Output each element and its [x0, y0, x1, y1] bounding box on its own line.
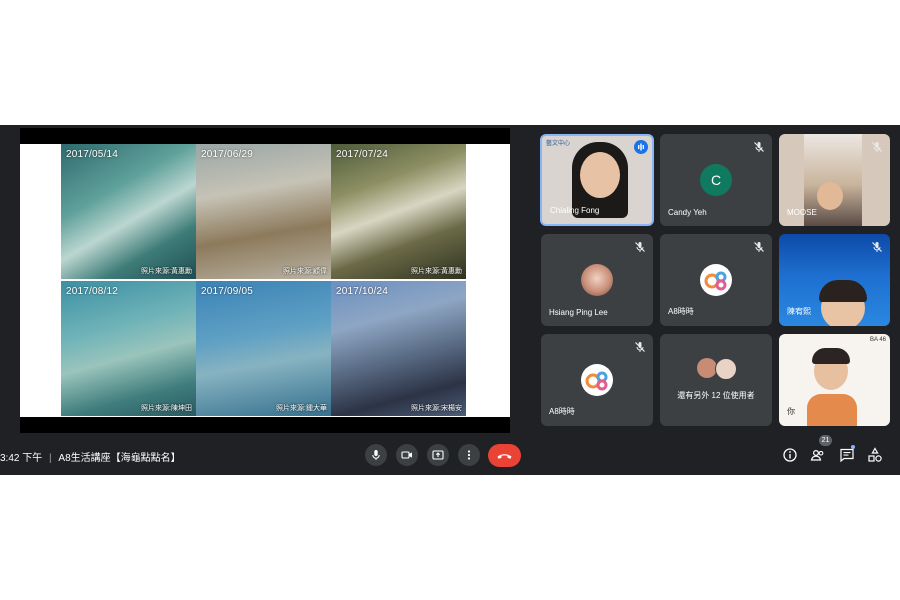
camera-icon: [401, 451, 412, 459]
mic-button[interactable]: [365, 444, 387, 466]
mic-icon: [372, 450, 380, 460]
hangup-button[interactable]: [488, 444, 521, 467]
photo-credit: 照片來源:鍾大華: [276, 405, 327, 412]
participant-tile-candy-yeh[interactable]: C Candy Yeh: [660, 134, 772, 226]
meeting-info: 3:42 下午 | A8生活講座【海龜點點名】: [0, 449, 181, 464]
hangup-icon: [497, 454, 512, 459]
clock: 3:42 下午: [0, 453, 43, 464]
mic-off-icon: [633, 340, 647, 354]
turtle-photo-5: 2017/09/05 照片來源:鍾大華: [196, 281, 331, 416]
chat-icon[interactable]: [839, 447, 855, 463]
participant-tile-moose[interactable]: MOOSE: [779, 134, 890, 226]
participant-name: A8時時: [549, 407, 575, 416]
separator: |: [49, 453, 52, 464]
participant-tile-hsiang-ping-lee[interactable]: Hsiang Ping Lee: [541, 234, 653, 326]
avatar: [581, 264, 613, 296]
meet-window: 2017/05/14 照片來源:黃惠勳 2017/06/29 照片來源:顧偉 2…: [0, 125, 900, 475]
photo-date: 2017/06/29: [201, 149, 254, 160]
participant-name: Chialing Fong: [550, 206, 600, 215]
photo-date: 2017/10/24: [336, 286, 389, 297]
people-count-badge: 21: [819, 435, 832, 446]
participant-tile-chen-you-xi[interactable]: 陳宥熙: [779, 234, 890, 326]
video-feed-face: [580, 152, 620, 198]
mic-off-icon: [633, 240, 647, 254]
slide: 2017/05/14 照片來源:黃惠勳 2017/06/29 照片來源:顧偉 2…: [20, 144, 510, 417]
people-icon[interactable]: [810, 447, 826, 463]
activities-icon[interactable]: [867, 447, 883, 463]
participant-name: Hsiang Ping Lee: [549, 308, 608, 317]
a8-logo-avatar: [581, 364, 613, 396]
meeting-title: A8生活講座【海龜點點名】: [58, 453, 181, 464]
photo-date: 2017/07/24: [336, 149, 389, 160]
turtle-photo-3: 2017/07/24 照片來源:黃惠勳: [331, 144, 466, 279]
mic-off-icon: [870, 140, 884, 154]
participant-name: Candy Yeh: [668, 208, 707, 217]
photo-date: 2017/09/05: [201, 286, 254, 297]
avatar: C: [700, 164, 732, 196]
control-bar: 3:42 下午 | A8生活講座【海龜點點名】 21: [0, 435, 900, 471]
org-badge: 藝文中心: [546, 141, 571, 147]
present-button[interactable]: [427, 444, 449, 466]
mic-off-icon: [752, 240, 766, 254]
turtle-photo-4: 2017/08/12 照片來源:陳坤田: [61, 281, 196, 416]
turtle-photo-1: 2017/05/14 照片來源:黃惠勳: [61, 144, 196, 279]
chat-notification-dot: [851, 445, 855, 449]
avatar: [715, 358, 737, 380]
photo-date: 2017/08/12: [66, 286, 119, 297]
participant-tile-a8-1[interactable]: A8時時: [660, 234, 772, 326]
photo-credit: 照片來源:宋楊安: [411, 405, 462, 412]
photo-credit: 照片來源:顧偉: [283, 268, 327, 275]
more-options-icon: [467, 450, 471, 460]
avatar: [697, 358, 717, 378]
presentation-area: 2017/05/14 照片來源:黃惠勳 2017/06/29 照片來源:顧偉 2…: [20, 128, 510, 433]
video-feed-hair: [812, 348, 850, 364]
turtle-photo-6: 2017/10/24 照片來源:宋楊安: [331, 281, 466, 416]
photo-credit: 照片來源:黃惠勳: [411, 268, 462, 275]
camera-button[interactable]: [396, 444, 418, 466]
room-badge: BA 46: [869, 337, 886, 343]
speaking-icon: [634, 140, 648, 154]
participant-name: MOOSE: [787, 208, 817, 217]
photo-credit: 照片來源:黃惠勳: [141, 268, 192, 275]
more-options-button[interactable]: [458, 444, 480, 466]
photo-date: 2017/05/14: [66, 149, 119, 160]
participant-name: 你: [787, 407, 795, 416]
a8-logo-avatar: [700, 264, 732, 296]
photo-credit: 照片來源:陳坤田: [141, 405, 192, 412]
others-tile[interactable]: 還有另外 12 位使用者: [660, 334, 772, 426]
self-tile[interactable]: BA 46 你: [779, 334, 890, 426]
participant-tile-chialing-fong[interactable]: 藝文中心 Chialing Fong: [540, 134, 654, 226]
video-feed-hair: [819, 280, 867, 302]
participant-tile-a8-2[interactable]: A8時時: [541, 334, 653, 426]
participant-name: 陳宥熙: [787, 307, 811, 316]
video-feed-face: [817, 182, 843, 210]
info-icon[interactable]: [782, 447, 798, 463]
others-label: 還有另外 12 位使用者: [677, 391, 755, 400]
mic-off-icon: [870, 240, 884, 254]
avatar-initial: C: [710, 172, 722, 188]
present-icon: [432, 450, 444, 460]
participant-name: A8時時: [668, 307, 694, 316]
video-feed-shirt: [807, 394, 857, 426]
turtle-photo-2: 2017/06/29 照片來源:顧偉: [196, 144, 331, 279]
mic-off-icon: [752, 140, 766, 154]
